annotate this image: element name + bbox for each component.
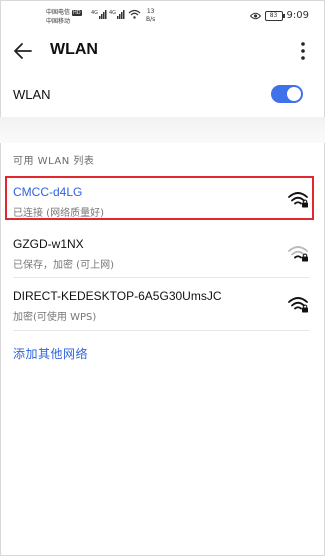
signal-4g-icon-2: 4G — [109, 10, 125, 19]
wifi-status-icon — [128, 9, 141, 19]
network-status: 已连接 (网络质量好) — [13, 208, 104, 219]
wlan-label: WLAN — [13, 87, 51, 102]
back-button[interactable] — [10, 38, 36, 64]
app-header: WLAN — [0, 30, 325, 74]
list-divider — [13, 330, 309, 331]
status-right: 83 9:09 — [249, 10, 309, 21]
status-bar: 中国电信 HD 中国移动 4G 4G 13 B/s 83 9:09 — [0, 0, 325, 30]
net-speed-unit: B/s — [146, 16, 156, 23]
network-speed: 13 B/s — [146, 8, 155, 24]
signal-4g-icon: 4G — [91, 10, 107, 19]
list-divider — [13, 277, 309, 278]
hd-badge: HD — [71, 9, 82, 16]
network-status: 加密(可使用 WPS) — [13, 312, 97, 323]
switch-knob — [287, 87, 301, 101]
network-name: CMCC-d4LG — [13, 185, 83, 199]
carrier-2: 中国移动 — [46, 18, 71, 25]
eye-icon — [249, 12, 261, 19]
svg-text:4G: 4G — [109, 10, 116, 16]
network-item-cmcc[interactable]: CMCC-d4LG 已连接 (网络质量好) — [0, 176, 325, 222]
net-speed-value: 13 — [146, 8, 155, 15]
add-other-network-link[interactable]: 添加其他网络 — [13, 345, 88, 362]
wifi-lock-icon — [288, 192, 308, 208]
carrier-info: 中国电信 HD 中国移动 — [46, 8, 82, 26]
svg-text:4G: 4G — [91, 10, 98, 16]
network-name: GZGD-w1NX — [13, 237, 84, 251]
carrier-1: 中国电信 — [46, 9, 71, 16]
status-time: 9:09 — [286, 10, 309, 21]
arrow-left-icon — [14, 43, 32, 59]
more-vertical-icon — [301, 42, 305, 60]
more-options-button[interactable] — [293, 39, 313, 63]
page-title: WLAN — [50, 41, 98, 58]
network-name: DIRECT-KEDESKTOP-6A5G30UmsJC — [13, 289, 222, 303]
network-item-gzgd[interactable]: GZGD-w1NX 已保存，加密 (可上网) — [0, 226, 325, 276]
wifi-lock-icon — [288, 297, 308, 313]
wifi-lock-icon — [288, 246, 308, 262]
battery-icon: 83 — [264, 10, 285, 21]
section-separator — [0, 117, 325, 143]
wlan-toggle-row[interactable]: WLAN — [0, 78, 325, 114]
network-item-direct[interactable]: DIRECT-KEDESKTOP-6A5G30UmsJC 加密(可使用 WPS) — [0, 279, 325, 329]
network-status: 已保存，加密 (可上网) — [13, 260, 114, 271]
wlan-switch[interactable] — [271, 85, 303, 103]
available-networks-heading: 可用 WLAN 列表 — [13, 156, 95, 167]
